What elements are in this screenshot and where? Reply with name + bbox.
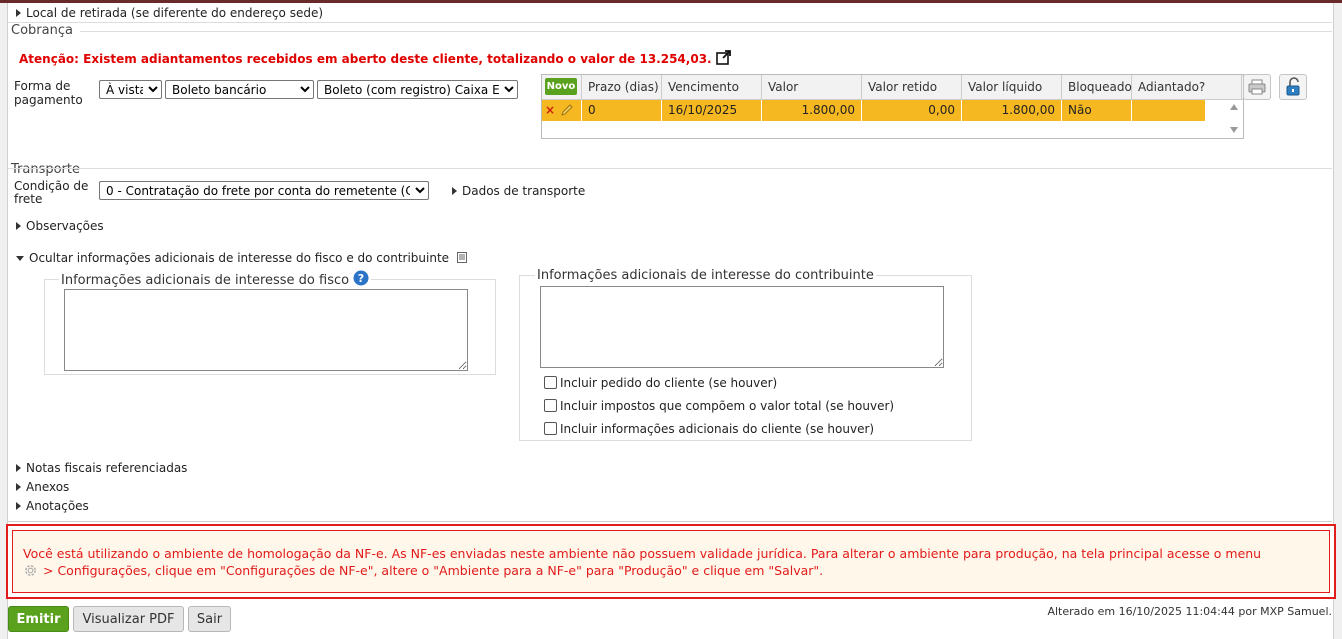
cell-valor-retido: 0,00 [862, 100, 962, 121]
divider [8, 521, 1332, 522]
header-vencimento: Vencimento [662, 75, 762, 99]
fisco-legend: Informações adicionais de interesse do f… [59, 270, 372, 288]
grid-header: Novo Prazo (dias) Vencimento Valor Valor… [542, 75, 1243, 100]
checkbox-info-cliente-label[interactable]: Incluir informações adicionais do client… [560, 422, 874, 436]
top-strip [0, 0, 1342, 3]
section-anotacoes-label: Anotações [26, 499, 89, 513]
expand-icon [452, 187, 457, 195]
expand-icon [16, 9, 21, 17]
table-row[interactable]: × 0 16/10/2025 1.800,00 0,00 1.800,00 Nã… [542, 100, 1206, 121]
contribuinte-textarea[interactable] [540, 286, 944, 368]
banner-line1: Você está utilizando o ambiente de homol… [23, 546, 1262, 561]
row-actions: × [542, 100, 582, 121]
fisco-textarea[interactable] [64, 289, 468, 371]
banner-message: Você está utilizando o ambiente de homol… [23, 545, 1323, 579]
condicao-pagamento-select[interactable]: À vista [99, 80, 162, 99]
external-link-icon[interactable] [715, 50, 732, 65]
checkbox-pedido-label[interactable]: Incluir pedido do cliente (se houver) [560, 376, 777, 390]
section-retirada-label: Local de retirada (se diferente do ender… [26, 6, 324, 20]
condicao-frete-select[interactable]: 0 - Contratação do frete por conta do re… [99, 181, 429, 200]
header-adiantado: Adiantado? [1132, 75, 1242, 99]
parcelas-grid: Novo Prazo (dias) Vencimento Valor Valor… [541, 74, 1244, 139]
header-valor-retido: Valor retido [862, 75, 962, 99]
conta-boleto-select[interactable]: Boleto (com registro) Caixa Econ [317, 80, 518, 99]
homologacao-banner-inner: Você está utilizando o ambiente de homol… [12, 530, 1330, 593]
checkbox-impostos-label[interactable]: Incluir impostos que compõem o valor tot… [560, 399, 894, 413]
divider [8, 168, 1332, 169]
expand-icon [16, 222, 21, 230]
cell-adiantado [1132, 100, 1206, 121]
forma-label-line1: Forma de [14, 79, 71, 93]
forma-pagamento-label: Forma de pagamento [14, 79, 83, 107]
section-notas-referenciadas[interactable]: Notas fiscais referenciadas [16, 461, 187, 475]
checkbox-info-cliente[interactable] [544, 422, 557, 435]
advance-warning-text: Atenção: Existem adiantamentos recebidos… [19, 52, 712, 66]
condicao-label-line2: frete [14, 192, 43, 206]
section-observacoes[interactable]: Observações [16, 219, 104, 233]
print-button[interactable] [1243, 74, 1271, 100]
section-notas-label: Notas fiscais referenciadas [26, 461, 188, 475]
section-anexos[interactable]: Anexos [16, 480, 69, 494]
expand-icon [16, 502, 21, 510]
expand-icon [16, 483, 21, 491]
banner-line2-wrap: > Configurações, clique em "Configuraçõe… [23, 562, 1323, 579]
grid-scrollbar[interactable] [1226, 100, 1242, 137]
novo-button[interactable]: Novo [545, 78, 577, 95]
banner-line2: > Configurações, clique em "Configuraçõe… [43, 563, 824, 578]
section-transporte-title: Transporte [11, 162, 80, 177]
document-icon[interactable] [456, 252, 467, 263]
advance-warning: Atenção: Existem adiantamentos recebidos… [19, 50, 732, 66]
delete-icon[interactable]: × [545, 100, 555, 121]
homologacao-banner: Você está utilizando o ambiente de homol… [6, 524, 1336, 599]
condicao-frete-label: Condição de frete [14, 180, 88, 206]
section-cobranca-title: Cobrança [11, 23, 73, 38]
forma-label-line2: pagamento [14, 93, 83, 107]
scroll-arrows-icon[interactable] [1226, 100, 1242, 137]
edit-pencil-icon[interactable] [560, 103, 574, 117]
meio-pagamento-select[interactable]: Boleto bancário [165, 80, 314, 99]
dados-transporte-link[interactable]: Dados de transporte [452, 184, 585, 198]
section-anexos-label: Anexos [26, 480, 70, 494]
header-valor: Valor [762, 75, 862, 99]
cell-valor-liquido: 1.800,00 [962, 100, 1062, 121]
visualizar-pdf-button[interactable]: Visualizar PDF [73, 606, 184, 632]
grid-header-action: Novo [542, 75, 582, 99]
cell-prazo: 0 [582, 100, 662, 121]
gear-icon [25, 565, 36, 576]
collapse-icon [16, 256, 24, 261]
section-info-label: Ocultar informações adicionais de intere… [29, 251, 450, 265]
sair-button[interactable]: Sair [188, 606, 231, 632]
header-prazo: Prazo (dias) [582, 75, 662, 99]
section-anotacoes[interactable]: Anotações [16, 499, 89, 513]
svg-text:?: ? [358, 272, 364, 285]
cell-vencimento: 16/10/2025 [662, 100, 762, 121]
cell-bloqueado: Não [1062, 100, 1132, 121]
emitir-button[interactable]: Emitir [8, 606, 69, 632]
section-retirada[interactable]: Local de retirada (se diferente do ender… [16, 6, 323, 20]
cell-valor: 1.800,00 [762, 100, 862, 121]
fisco-legend-text: Informações adicionais de interesse do f… [61, 273, 350, 288]
dados-transporte-label: Dados de transporte [462, 184, 586, 198]
divider [80, 31, 1332, 32]
expand-icon [16, 464, 21, 472]
checkbox-impostos[interactable] [544, 399, 557, 412]
lock-open-icon [1286, 77, 1300, 96]
header-bloqueado: Bloqueado [1062, 75, 1132, 99]
section-observacoes-label: Observações [26, 219, 104, 233]
header-valor-liquido: Valor líquido [962, 75, 1062, 99]
printer-icon [1248, 79, 1266, 95]
unlock-button[interactable] [1279, 74, 1307, 100]
nfe-form-page: Local de retirada (se diferente do ender… [0, 0, 1342, 639]
divider [8, 22, 1332, 23]
last-modified-text: Alterado em 16/10/2025 11:04:44 por MXP … [1047, 605, 1332, 618]
checkbox-pedido-cliente[interactable] [544, 376, 557, 389]
section-info-adicionais[interactable]: Ocultar informações adicionais de intere… [16, 251, 467, 265]
help-icon[interactable]: ? [353, 270, 369, 286]
contribuinte-legend: Informações adicionais de interesse do c… [535, 268, 876, 283]
